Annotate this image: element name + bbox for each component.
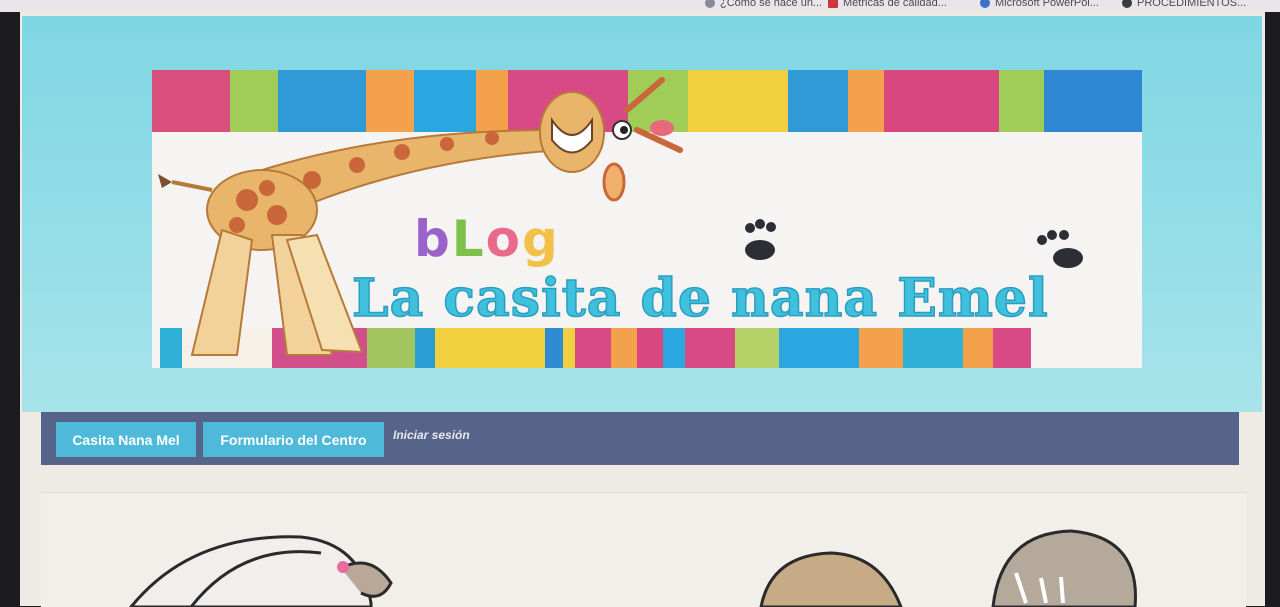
bookmark-icon: [705, 0, 715, 8]
blog-letter: L: [451, 210, 486, 268]
paw-print-icon: [1037, 230, 1083, 268]
main-navigation: Casita Nana Mel Formulario del Centro In…: [41, 412, 1239, 465]
blog-page: bLog La casita de nana Emel Casita Nana …: [20, 12, 1265, 607]
bookmark-item[interactable]: Métricas de calidad...: [828, 0, 947, 9]
blog-letter: o: [485, 210, 523, 268]
bookmark-item[interactable]: Microsoft PowerPoi...: [980, 0, 1099, 9]
bookmark-item[interactable]: ¿Cómo se hace un...: [705, 0, 823, 9]
nav-item-formulario-del-centro[interactable]: Formulario del Centro: [203, 422, 384, 457]
bookmark-label: Métricas de calidad...: [843, 0, 947, 9]
blog-title: La casita de nana Emel: [351, 267, 1049, 330]
globe-icon: [1122, 0, 1132, 8]
login-link[interactable]: Iniciar sesión: [393, 428, 470, 442]
blog-word-logo: bLog: [414, 210, 560, 268]
blog-letter: g: [522, 210, 560, 268]
paw-print-icon: [745, 219, 776, 260]
blog-header: bLog La casita de nana Emel: [22, 16, 1262, 412]
blog-letter: b: [414, 210, 452, 268]
header-banner-image[interactable]: bLog La casita de nana Emel: [152, 70, 1142, 368]
nav-item-casita-nana-mel[interactable]: Casita Nana Mel: [56, 422, 196, 457]
chart-icon: [828, 0, 838, 8]
bookmark-item[interactable]: PROCEDIMIENTOS...: [1122, 0, 1247, 9]
children-illustration: [129, 529, 1137, 607]
bookmarks-bar: ¿Cómo se hace un... Métricas de calidad.…: [0, 0, 1280, 12]
bookmark-label: Microsoft PowerPoi...: [995, 0, 1099, 9]
powerpoint-icon: [980, 0, 990, 8]
bookmark-label: PROCEDIMIENTOS...: [1137, 0, 1247, 9]
bookmark-label: ¿Cómo se hace un...: [720, 0, 823, 9]
post-content-area: [41, 492, 1246, 607]
